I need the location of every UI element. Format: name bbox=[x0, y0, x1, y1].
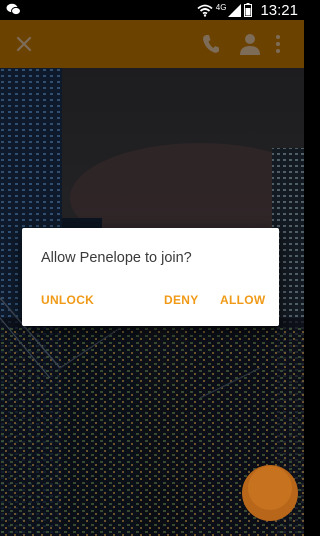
status-time: 13:21 bbox=[260, 1, 298, 19]
toolbar bbox=[0, 20, 304, 68]
dialog-message: Allow Penelope to join? bbox=[41, 250, 192, 266]
chat-icon bbox=[6, 3, 21, 16]
person-icon[interactable] bbox=[240, 33, 260, 55]
status-icons: 4G 13:21 bbox=[197, 0, 298, 20]
signal-icon bbox=[228, 3, 242, 17]
allow-button[interactable]: ALLOW bbox=[220, 293, 266, 307]
unlock-button[interactable]: UNLOCK bbox=[41, 293, 94, 307]
close-icon[interactable] bbox=[14, 34, 34, 54]
more-vert-icon[interactable] bbox=[274, 34, 282, 54]
network-type-label: 4G bbox=[215, 2, 227, 12]
join-request-dialog: Allow Penelope to join? UNLOCK DENY ALLO… bbox=[22, 228, 279, 326]
deny-button[interactable]: DENY bbox=[164, 293, 199, 307]
status-bar: 4G 13:21 bbox=[0, 0, 304, 20]
wifi-icon bbox=[197, 4, 213, 17]
battery-icon bbox=[244, 3, 253, 17]
phone-icon[interactable] bbox=[202, 34, 220, 54]
